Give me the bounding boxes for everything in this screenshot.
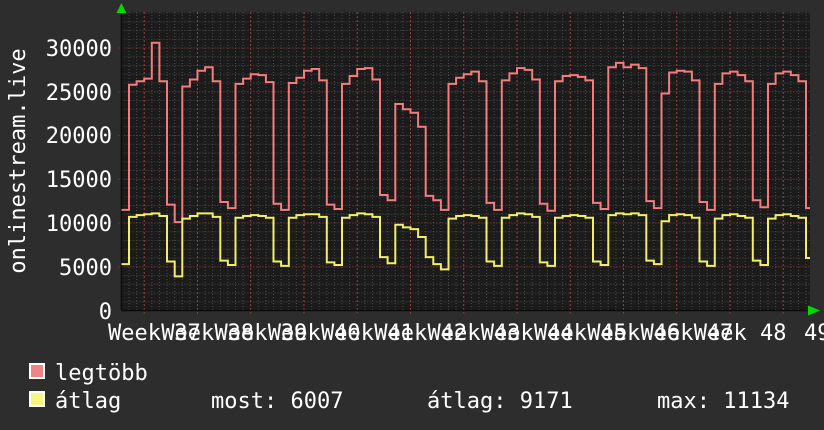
y-axis-label: 10000 (45, 212, 112, 237)
x-axis-label: 49 (804, 321, 824, 346)
y-axis-label: 25000 (45, 81, 112, 106)
y-axis-label: 20000 (45, 124, 112, 149)
y-axis-arrow-up-icon (116, 3, 127, 13)
legend-swatch-legtobb (29, 363, 45, 379)
stat-atlag-label: átlag: (427, 389, 507, 414)
legend-swatch-atlag (29, 391, 45, 407)
legend-label-legtobb: legtöbb (55, 361, 148, 386)
stat-most-label: most: (211, 389, 278, 414)
y-axis-label: 5000 (59, 256, 112, 281)
x-axis-label: Week 48 (693, 321, 787, 346)
stat-max-label: max: (657, 389, 710, 414)
stat-most-value: 6007 (290, 389, 344, 414)
vertical-axis-title: onlinestream.live (6, 48, 31, 274)
rrd-graph: onlinestream.live 0 5000 10000 15000 20000 25… (0, 0, 824, 430)
y-axis-label: 0 (98, 300, 112, 325)
y-axis-label: 30000 (45, 37, 112, 62)
y-axis-label: 15000 (45, 168, 112, 193)
legend-label-atlag: átlag (55, 389, 122, 414)
x-axis-arrow-right-icon (808, 305, 820, 316)
stat-max-value: 11134 (723, 389, 790, 414)
stat-atlag: átlag: 9171 (427, 389, 573, 415)
stat-most: most: 6007 (211, 389, 343, 415)
stat-atlag-value: 9171 (519, 389, 573, 414)
stat-max: max: 11134 (657, 389, 789, 415)
